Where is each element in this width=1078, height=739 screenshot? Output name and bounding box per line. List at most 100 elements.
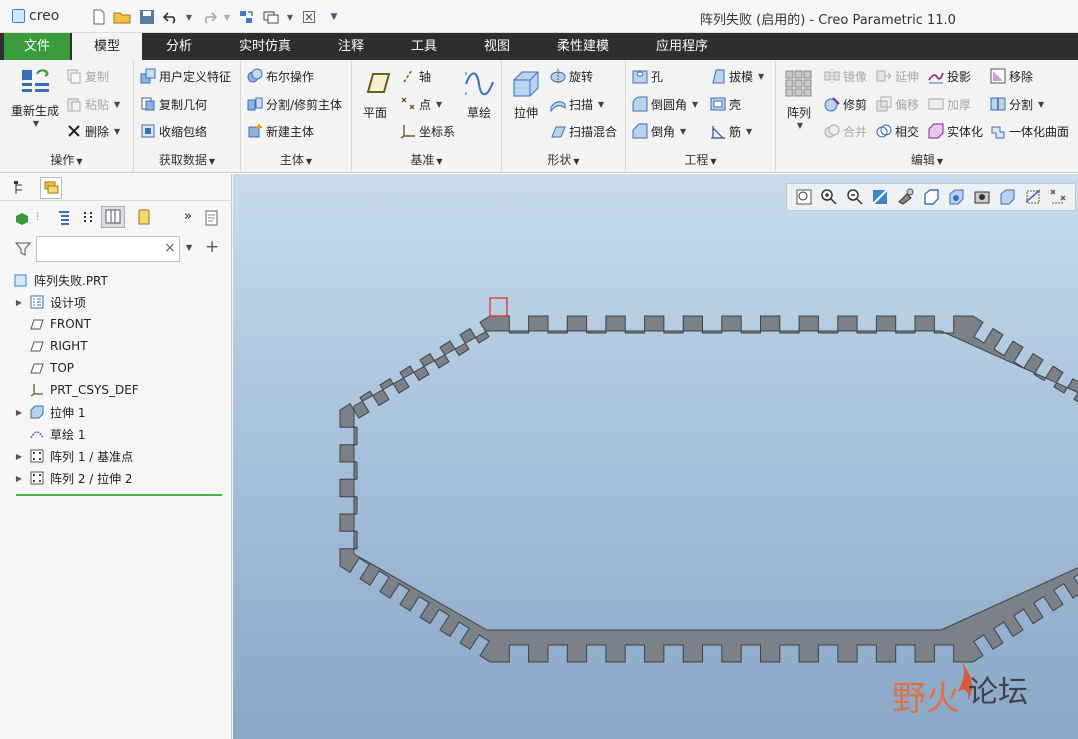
extrude-button[interactable]: 拉伸: [508, 68, 544, 121]
insert-here-marker[interactable]: [16, 494, 222, 496]
split-button[interactable]: 分割 ▼: [990, 94, 1044, 114]
tab-model[interactable]: 模型: [72, 33, 142, 60]
tab-flexible-modeling[interactable]: 柔性建模: [546, 33, 620, 60]
datum-point-button[interactable]: 点 ▼: [400, 94, 442, 114]
draft-button[interactable]: 拔模 ▼: [710, 66, 764, 86]
tree-item-right[interactable]: RIGHT: [14, 336, 88, 356]
copy-button[interactable]: 复制: [66, 66, 109, 86]
details-icon[interactable]: [204, 210, 220, 226]
remove-button[interactable]: 移除: [990, 66, 1033, 86]
datum-axis-button[interactable]: 轴: [400, 66, 431, 86]
project-button[interactable]: 投影: [928, 66, 971, 86]
mirror-button[interactable]: 镜像: [824, 66, 867, 86]
shrinkwrap-button[interactable]: 收缩包络: [140, 121, 207, 141]
close-window-icon[interactable]: [300, 8, 318, 26]
revolve-button[interactable]: 旋转: [550, 66, 593, 86]
tree-item-top[interactable]: TOP: [14, 358, 74, 378]
undo-dropdown-icon[interactable]: ▼: [180, 8, 198, 26]
tree-item-csys[interactable]: PRT_CSYS_DEF: [14, 380, 139, 400]
tree-filters-icon[interactable]: [82, 210, 96, 226]
extrude-icon: [30, 405, 44, 419]
merge-button[interactable]: 合并: [824, 121, 867, 141]
tree-item-pattern-2[interactable]: ▶ 阵列 2 / 拉伸 2: [14, 468, 133, 488]
rib-button[interactable]: 筋 ▼: [710, 121, 752, 141]
group-label-get-data[interactable]: 获取数据 ▼: [134, 151, 240, 168]
swept-blend-button[interactable]: 扫描混合: [550, 121, 617, 141]
new-body-button[interactable]: 新建主体: [247, 121, 314, 141]
expand-icon[interactable]: ▶: [14, 408, 24, 417]
group-label-editing[interactable]: 编辑 ▼: [776, 151, 1078, 168]
tree-item-design-items[interactable]: ▶ 设计项: [14, 292, 86, 312]
chamfer-button[interactable]: 倒角 ▼: [632, 121, 686, 141]
tab-tools[interactable]: 工具: [397, 33, 451, 60]
clear-search-icon[interactable]: ×: [164, 240, 176, 256]
tab-annotate[interactable]: 注释: [323, 33, 379, 60]
gear-ring-section[interactable]: [339, 315, 1078, 663]
expand-icon[interactable]: ▶: [14, 474, 24, 483]
notes-icon[interactable]: [136, 208, 154, 226]
regenerate-quick-icon[interactable]: [237, 8, 255, 26]
new-file-icon[interactable]: [90, 8, 108, 26]
round-button[interactable]: 倒圆角 ▼: [632, 94, 698, 114]
extend-button[interactable]: 延伸: [876, 66, 919, 86]
tab-analysis[interactable]: 分析: [150, 33, 208, 60]
show-icon[interactable]: [14, 210, 30, 226]
group-label-datum[interactable]: 基准 ▼: [352, 151, 501, 168]
windows-icon[interactable]: [262, 8, 280, 26]
graphics-viewport[interactable]: 野火 论坛: [233, 174, 1078, 739]
group-label-operations[interactable]: 操作 ▼: [0, 151, 133, 168]
group-label-body[interactable]: 主体 ▼: [241, 151, 351, 168]
columns-icon[interactable]: [101, 206, 125, 228]
tab-file[interactable]: 文件: [4, 33, 70, 60]
more-icon[interactable]: »: [184, 209, 192, 224]
tree-item-pattern-1[interactable]: ▶ 阵列 1 / 基准点: [14, 446, 133, 466]
sweep-button[interactable]: 扫描 ▼: [550, 94, 604, 114]
filter-icon[interactable]: [14, 241, 32, 257]
trim-button[interactable]: 修剪: [824, 94, 867, 114]
add-filter-icon[interactable]: +: [205, 237, 219, 257]
shell-button[interactable]: 壳: [710, 94, 741, 114]
open-folder-icon[interactable]: [113, 8, 131, 26]
copy-geometry-button[interactable]: 复制几何: [140, 94, 207, 114]
tree-item-front[interactable]: FRONT: [14, 314, 91, 334]
tree-item-sketch-1[interactable]: 草绘 1: [14, 424, 85, 444]
group-label-engineering[interactable]: 工程 ▼: [626, 151, 775, 168]
csys-button[interactable]: 坐标系: [400, 121, 455, 141]
hole-button[interactable]: 孔: [632, 66, 663, 86]
unify-surface-button[interactable]: 一体化曲面: [990, 121, 1069, 141]
intersect-button[interactable]: 相交: [876, 121, 919, 141]
user-defined-feature-button[interactable]: 用户定义特征: [140, 66, 231, 86]
solidify-button[interactable]: 实体化: [928, 121, 983, 141]
delete-button[interactable]: 删除 ▼: [66, 121, 120, 141]
customize-toolbar-icon[interactable]: ▼: [325, 8, 343, 26]
tab-applications[interactable]: 应用程序: [644, 33, 720, 60]
boolean-operations-button[interactable]: 布尔操作: [247, 66, 314, 86]
tree-item-extrude-1[interactable]: ▶ 拉伸 1: [14, 402, 85, 422]
layer-tree-tab-icon[interactable]: [40, 177, 62, 199]
paste-button[interactable]: 粘贴 ▼: [66, 94, 120, 114]
model-tree-tab-icon[interactable]: [12, 180, 28, 196]
expand-icon[interactable]: ▶: [14, 298, 24, 307]
thicken-button[interactable]: 加厚: [928, 94, 971, 114]
tree-item-part[interactable]: 阵列失败.PRT: [14, 270, 108, 290]
undo-icon[interactable]: [162, 8, 180, 26]
expand-icon[interactable]: ▶: [14, 452, 24, 461]
redo-dropdown-icon[interactable]: ▼: [218, 8, 236, 26]
tree-settings-icon[interactable]: [56, 210, 72, 226]
save-icon[interactable]: [138, 8, 156, 26]
split-label: 分割: [1009, 97, 1034, 112]
offset-button[interactable]: 偏移: [876, 94, 919, 114]
search-dropdown-icon[interactable]: ▼: [186, 243, 192, 252]
tree-search-input[interactable]: [36, 236, 180, 262]
regenerate-button[interactable]: 重新生成 ▼: [8, 66, 62, 128]
group-label-shapes[interactable]: 形状 ▼: [502, 151, 625, 168]
tab-view[interactable]: 视图: [470, 33, 524, 60]
split-trim-body-button[interactable]: 分割/修剪主体: [247, 94, 342, 114]
windows-dropdown-icon[interactable]: ▼: [281, 8, 299, 26]
redo-icon[interactable]: [200, 8, 218, 26]
sketch-button[interactable]: 草绘: [462, 68, 496, 121]
pattern-button[interactable]: 阵列 ▼: [782, 68, 816, 130]
tab-live-simulation[interactable]: 实时仿真: [228, 33, 302, 60]
datum-plane-button[interactable]: 平面: [358, 68, 392, 121]
show-dropdown-icon[interactable]: ⋮: [33, 212, 42, 222]
